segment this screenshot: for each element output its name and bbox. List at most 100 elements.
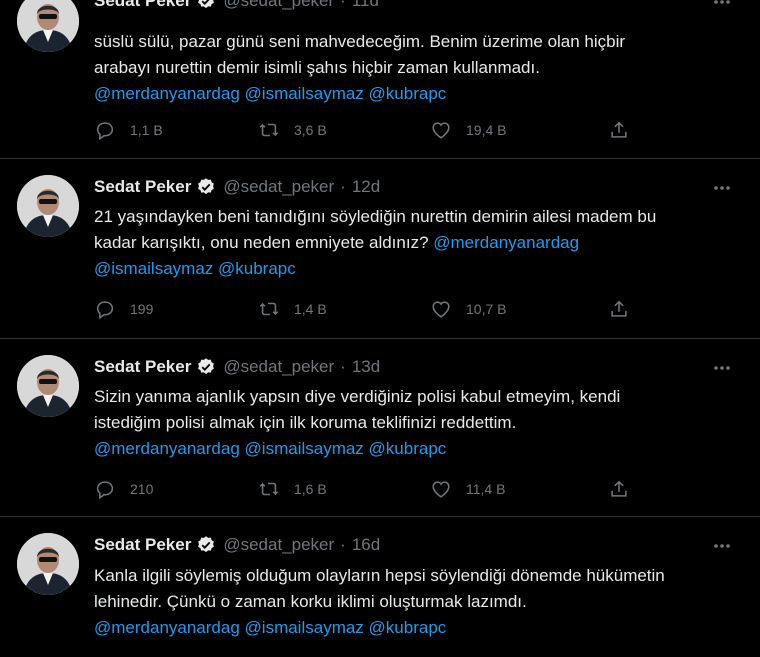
share-icon bbox=[611, 480, 627, 497]
like-button[interactable]: 19,4 B bbox=[430, 119, 506, 141]
retweet-icon bbox=[259, 482, 279, 496]
mentions: @merdanyanardag @ismailsaymaz @kubrapc bbox=[94, 81, 742, 107]
more-options-icon[interactable] bbox=[712, 358, 732, 378]
retweet-count: 1,6 B bbox=[294, 481, 327, 497]
separator-dot: · bbox=[340, 0, 346, 10]
like-button[interactable]: 10,7 B bbox=[430, 298, 506, 320]
timestamp[interactable]: 12d bbox=[352, 177, 380, 197]
tweet-text-line: 21 yaşındayken beni tanıdığını söylediği… bbox=[94, 207, 657, 226]
tweet-text-line: lehinedir. Çünkü o zaman korku iklimi ol… bbox=[94, 592, 527, 611]
heart-icon bbox=[432, 122, 450, 139]
share-icon bbox=[611, 121, 627, 138]
verified-badge-icon bbox=[198, 0, 215, 9]
timestamp[interactable]: 16d bbox=[352, 535, 380, 555]
mention-link[interactable]: @ismailsaymaz bbox=[245, 84, 364, 103]
reply-button[interactable]: 199 bbox=[94, 298, 153, 320]
author-handle[interactable]: @sedat_peker bbox=[223, 357, 334, 377]
tweet-text-line: arabayı nurettin demir isimli şahıs hiçb… bbox=[94, 58, 540, 77]
author-handle[interactable]: @sedat_peker bbox=[223, 177, 334, 197]
tweet[interactable]: Sedat Peker @sedat_peker · 16d Kanla ilg… bbox=[0, 517, 760, 657]
tweet-text-fragment: kadar karışıktı, onu neden emniyete aldı… bbox=[94, 233, 429, 252]
heart-icon bbox=[432, 481, 450, 498]
avatar-image bbox=[17, 533, 79, 595]
tweet-feed: Sedat Peker @sedat_peker · 11d süslü sül… bbox=[0, 0, 760, 647]
reply-count: 210 bbox=[130, 481, 154, 497]
tweet-text: Kanla ilgili söylemiş olduğum olayların … bbox=[94, 563, 742, 641]
author-name[interactable]: Sedat Peker bbox=[94, 535, 191, 555]
mentions: @merdanyanardag @ismailsaymaz @kubrapc bbox=[94, 615, 742, 641]
share-icon bbox=[611, 300, 627, 317]
tweet-actions: 210 1,6 B 11,4 B bbox=[94, 478, 654, 502]
share-button[interactable] bbox=[608, 478, 630, 500]
verified-badge-icon bbox=[198, 536, 215, 553]
mention-link[interactable]: @kubrapc bbox=[218, 259, 296, 278]
mention-link[interactable]: @kubrapc bbox=[369, 84, 447, 103]
tweet-text-line: kadar karışıktı, onu neden emniyete aldı… bbox=[94, 230, 742, 256]
timestamp[interactable]: 13d bbox=[352, 357, 380, 377]
timestamp[interactable]: 11d bbox=[352, 0, 379, 11]
mention-link[interactable]: @merdanyanardag bbox=[94, 618, 240, 637]
author-name[interactable]: Sedat Peker bbox=[94, 357, 191, 377]
retweet-button[interactable]: 1,6 B bbox=[258, 478, 327, 500]
tweet-text: 21 yaşındayken beni tanıdığını söylediği… bbox=[94, 204, 742, 282]
retweet-count: 1,4 B bbox=[294, 301, 327, 317]
separator-dot: · bbox=[340, 357, 346, 376]
mention-link[interactable]: @kubrapc bbox=[369, 439, 447, 458]
like-count: 11,4 B bbox=[466, 481, 506, 497]
mention-link[interactable]: @ismailsaymaz bbox=[94, 259, 213, 278]
more-options-icon[interactable] bbox=[712, 536, 732, 556]
tweet[interactable]: Sedat Peker @sedat_peker · 11d süslü sül… bbox=[0, 0, 760, 159]
like-button[interactable]: 11,4 B bbox=[430, 478, 505, 500]
verified-badge-icon bbox=[198, 358, 215, 375]
avatar[interactable] bbox=[17, 533, 79, 595]
retweet-count: 3,6 B bbox=[294, 122, 327, 138]
tweet-text-line: Kanla ilgili söylemiş olduğum olayların … bbox=[94, 566, 665, 585]
reply-icon bbox=[96, 481, 114, 500]
avatar-image bbox=[17, 355, 79, 417]
retweet-button[interactable]: 3,6 B bbox=[258, 119, 327, 141]
reply-button[interactable]: 210 bbox=[94, 478, 153, 500]
tweet[interactable]: Sedat Peker @sedat_peker · 12d 21 yaşınd… bbox=[0, 159, 760, 339]
author-name[interactable]: Sedat Peker bbox=[94, 177, 191, 197]
mentions: @ismailsaymaz @kubrapc bbox=[94, 256, 742, 282]
verified-badge-icon bbox=[198, 178, 215, 195]
tweet-actions: 1,1 B 3,6 B 19,4 B bbox=[94, 119, 654, 143]
reply-button[interactable]: 1,1 B bbox=[94, 119, 163, 141]
author-name[interactable]: Sedat Peker bbox=[94, 0, 191, 11]
mention-link[interactable]: @kubrapc bbox=[369, 618, 447, 637]
mention-link[interactable]: @merdanyanardag bbox=[94, 84, 240, 103]
avatar[interactable] bbox=[17, 0, 79, 52]
avatar[interactable] bbox=[17, 355, 79, 417]
reply-icon bbox=[96, 301, 114, 320]
reply-count: 199 bbox=[130, 301, 154, 317]
share-button[interactable] bbox=[608, 298, 630, 320]
tweet-text-line: süslü sülü, pazar günü seni mahvedeceğim… bbox=[94, 32, 626, 51]
retweet-icon bbox=[259, 123, 279, 137]
retweet-icon bbox=[259, 302, 279, 316]
reply-count: 1,1 B bbox=[130, 122, 163, 138]
mention-link[interactable]: @ismailsaymaz bbox=[245, 439, 364, 458]
separator-dot: · bbox=[340, 535, 346, 554]
more-options-icon[interactable] bbox=[712, 178, 732, 198]
tweet-text-line: istediğim polisi almak için ilk koruma t… bbox=[94, 413, 517, 432]
mention-link[interactable]: @merdanyanardag bbox=[94, 439, 240, 458]
retweet-button[interactable]: 1,4 B bbox=[258, 298, 327, 320]
avatar-image bbox=[17, 175, 79, 237]
separator-dot: · bbox=[340, 177, 346, 196]
mentions: @merdanyanardag @ismailsaymaz @kubrapc bbox=[94, 436, 742, 462]
author-handle[interactable]: @sedat_peker bbox=[223, 535, 334, 555]
tweet-text: süslü sülü, pazar günü seni mahvedeceğim… bbox=[94, 29, 742, 107]
tweet-text-line: Sizin yanıma ajanlık yapsın diye verdiği… bbox=[94, 387, 621, 406]
share-button[interactable] bbox=[608, 119, 630, 141]
more-options-icon[interactable] bbox=[712, 0, 732, 12]
heart-icon bbox=[432, 301, 450, 318]
author-handle[interactable]: @sedat_peker bbox=[223, 0, 334, 11]
tweet-actions: 199 1,4 B 10,7 B bbox=[94, 298, 654, 322]
mention-link[interactable]: @merdanyanardag bbox=[433, 233, 579, 252]
like-count: 10,7 B bbox=[466, 301, 507, 317]
mention-link[interactable]: @ismailsaymaz bbox=[245, 618, 364, 637]
like-count: 19,4 B bbox=[466, 122, 507, 138]
avatar[interactable] bbox=[17, 175, 79, 237]
tweet[interactable]: Sedat Peker @sedat_peker · 13d Sizin yan… bbox=[0, 339, 760, 517]
avatar-image bbox=[17, 0, 79, 52]
